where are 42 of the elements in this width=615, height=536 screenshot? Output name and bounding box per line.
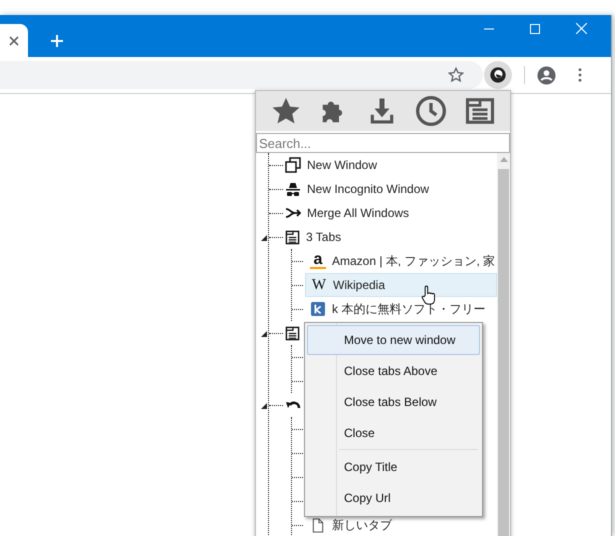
menu-item[interactable]: Copy Title (307, 452, 480, 482)
tab-item[interactable]: W Wikipedia (305, 273, 498, 297)
menu-item[interactable]: Close tabs Above (307, 356, 480, 386)
new-tab-icon[interactable] (51, 35, 63, 47)
star-icon[interactable] (271, 96, 301, 126)
expander-icon[interactable] (261, 235, 267, 241)
expander-icon[interactable] (261, 331, 267, 337)
tab-item[interactable]: a Amazon | 本, ファッション, 家 (305, 250, 498, 272)
extension-button[interactable] (484, 61, 512, 89)
menu-item[interactable]: Copy Url (307, 483, 480, 513)
menu-item[interactable]: Close (307, 418, 480, 448)
scroll-thumb[interactable] (498, 169, 509, 536)
expander-icon[interactable] (261, 403, 267, 409)
site-favicon (310, 302, 326, 316)
tree-item[interactable]: 3 Tabs (306, 230, 342, 244)
hand-cursor-icon (421, 285, 437, 306)
menu-item[interactable]: Move to new window (307, 325, 480, 355)
tab-item[interactable]: k 本的に無料ソフト・フリー (305, 298, 498, 320)
new-window-icon (285, 157, 301, 173)
maximize-icon[interactable] (530, 24, 540, 34)
menu-item[interactable]: Close tabs Below (307, 387, 480, 417)
menu-icon[interactable] (578, 68, 582, 82)
page-icon (310, 518, 326, 532)
window-icon (285, 230, 300, 244)
extension-icon (489, 66, 507, 84)
profile-icon[interactable] (537, 66, 556, 84)
close-icon[interactable] (9, 36, 19, 46)
browser-tab[interactable] (0, 24, 28, 57)
window-icon (285, 326, 300, 340)
tree-item[interactable]: New Window (307, 158, 378, 172)
tree-item[interactable]: Merge All Windows (307, 206, 410, 220)
incognito-icon (285, 181, 301, 197)
tab-item[interactable]: 新しいタブ (305, 514, 498, 536)
clock-icon[interactable] (415, 95, 447, 127)
search-field[interactable]: Search... (256, 133, 510, 153)
merge-icon (285, 205, 301, 221)
amazon-favicon: a (310, 253, 326, 269)
window-list-icon[interactable] (465, 96, 495, 126)
tree-item[interactable]: New Incognito Window (307, 182, 430, 196)
star-icon[interactable] (448, 67, 464, 83)
scrollbar[interactable] (497, 153, 510, 536)
wikipedia-favicon: W (311, 276, 327, 294)
